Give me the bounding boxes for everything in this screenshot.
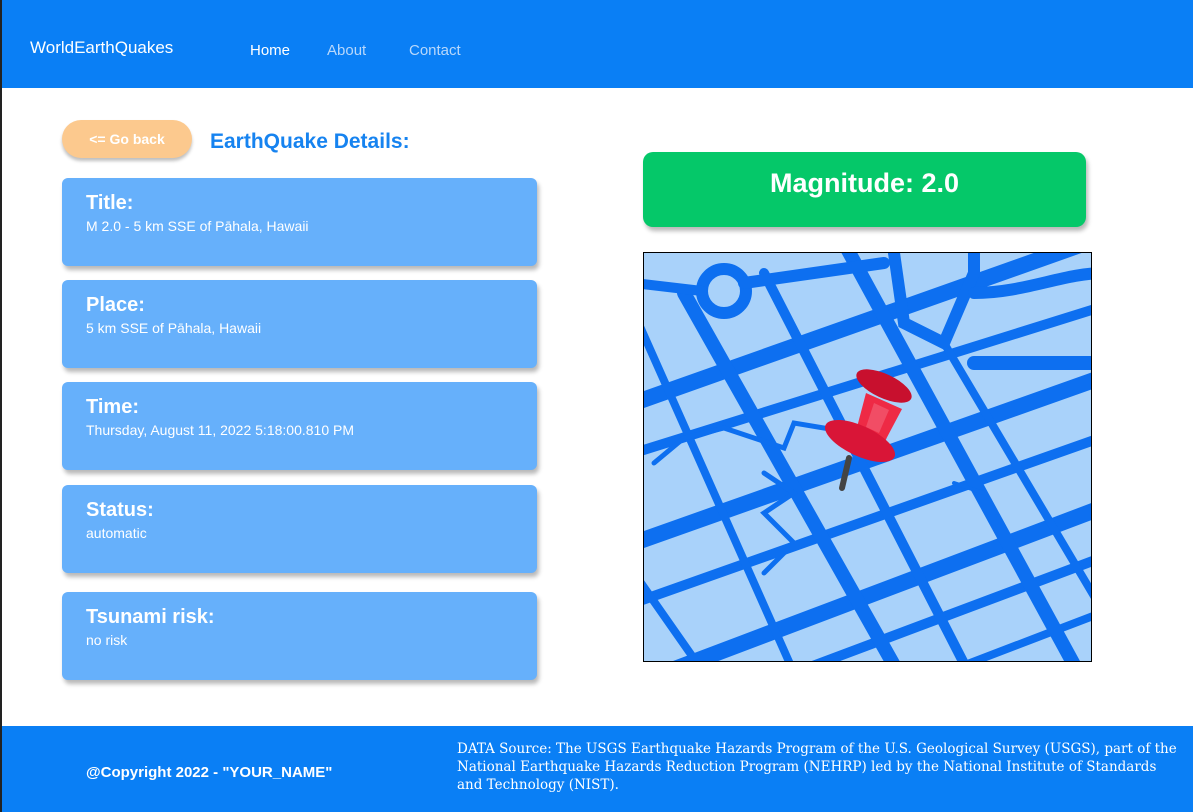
go-back-button[interactable]: <= Go back xyxy=(62,120,192,158)
card-label: Time: xyxy=(86,396,139,418)
magnitude-text: Magnitude: 2.0 xyxy=(769,168,959,198)
navbar: WorldEarthQuakes Home About Contact xyxy=(2,0,1193,88)
card-value: no risk xyxy=(86,632,128,648)
card-label: Title: xyxy=(86,192,134,214)
card-value: Thursday, August 11, 2022 5:18:00.810 PM xyxy=(86,422,354,438)
nav-link-contact[interactable]: Contact xyxy=(409,42,461,59)
card-label: Place: xyxy=(86,294,145,316)
card-label: Tsunami risk: xyxy=(86,606,215,628)
nav-link-home[interactable]: Home xyxy=(250,42,290,59)
card-value: automatic xyxy=(86,525,147,541)
time-card: Time: Thursday, August 11, 2022 5:18:00.… xyxy=(62,382,537,470)
nav-link-about[interactable]: About xyxy=(327,42,366,59)
brand-link[interactable]: WorldEarthQuakes xyxy=(30,38,173,58)
card-value: 5 km SSE of Pāhala, Hawaii xyxy=(86,320,262,336)
card-value: M 2.0 - 5 km SSE of Pāhala, Hawaii xyxy=(86,218,309,234)
details-heading: EarthQuake Details: xyxy=(210,130,410,153)
footer: @Copyright 2022 - "YOUR_NAME" DATA Sourc… xyxy=(2,726,1193,812)
title-card: Title: M 2.0 - 5 km SSE of Pāhala, Hawai… xyxy=(62,178,537,266)
tsunami-risk-card: Tsunami risk: no risk xyxy=(62,592,537,680)
magnitude-banner: Magnitude: 2.0 xyxy=(643,152,1086,227)
copyright-text: @Copyright 2022 - "YOUR_NAME" xyxy=(86,764,333,781)
map-illustration xyxy=(643,252,1092,662)
map-graphic xyxy=(644,253,1091,661)
card-label: Status: xyxy=(86,499,154,521)
status-card: Status: automatic xyxy=(62,485,537,573)
data-source-text: DATA Source: The USGS Earthquake Hazards… xyxy=(457,741,1177,793)
page-frame: WorldEarthQuakes Home About Contact <= G… xyxy=(0,0,1193,812)
place-card: Place: 5 km SSE of Pāhala, Hawaii xyxy=(62,280,537,368)
